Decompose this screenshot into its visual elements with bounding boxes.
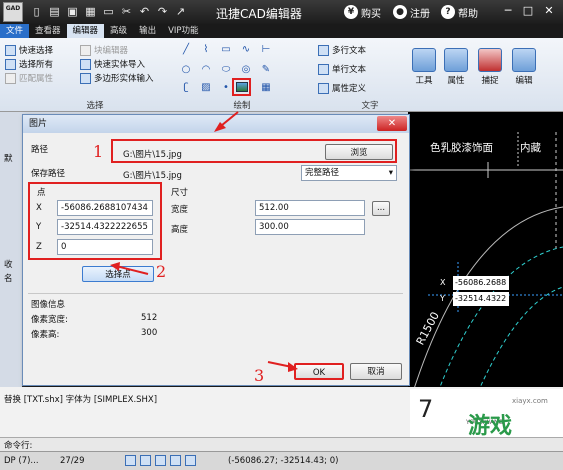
status-bar: DP (7)... 27/29 (-56086.27; -32514.43; 0…	[0, 451, 563, 470]
osnap-toggle-icon[interactable]	[185, 455, 196, 466]
grid-toggle-icon[interactable]	[140, 455, 151, 466]
watermark-url: xiayx.com	[512, 397, 548, 405]
command-prompt: 命令行:	[4, 441, 33, 451]
history-line: 替换 [TXT.shx] 字体为 [SIMPLEX.SHX]	[4, 395, 158, 405]
watermark-seven: 7	[418, 395, 434, 423]
polar-toggle-icon[interactable]	[170, 455, 181, 466]
status-left: DP (7)...	[4, 456, 39, 466]
status-count: 27/29	[60, 456, 85, 466]
snap-toggle-icon[interactable]	[125, 455, 136, 466]
status-icons	[125, 455, 215, 467]
ortho-toggle-icon[interactable]	[155, 455, 166, 466]
watermark-text: 游戏	[468, 414, 513, 439]
status-coords: (-56086.27; -32514.43; 0)	[228, 456, 339, 466]
